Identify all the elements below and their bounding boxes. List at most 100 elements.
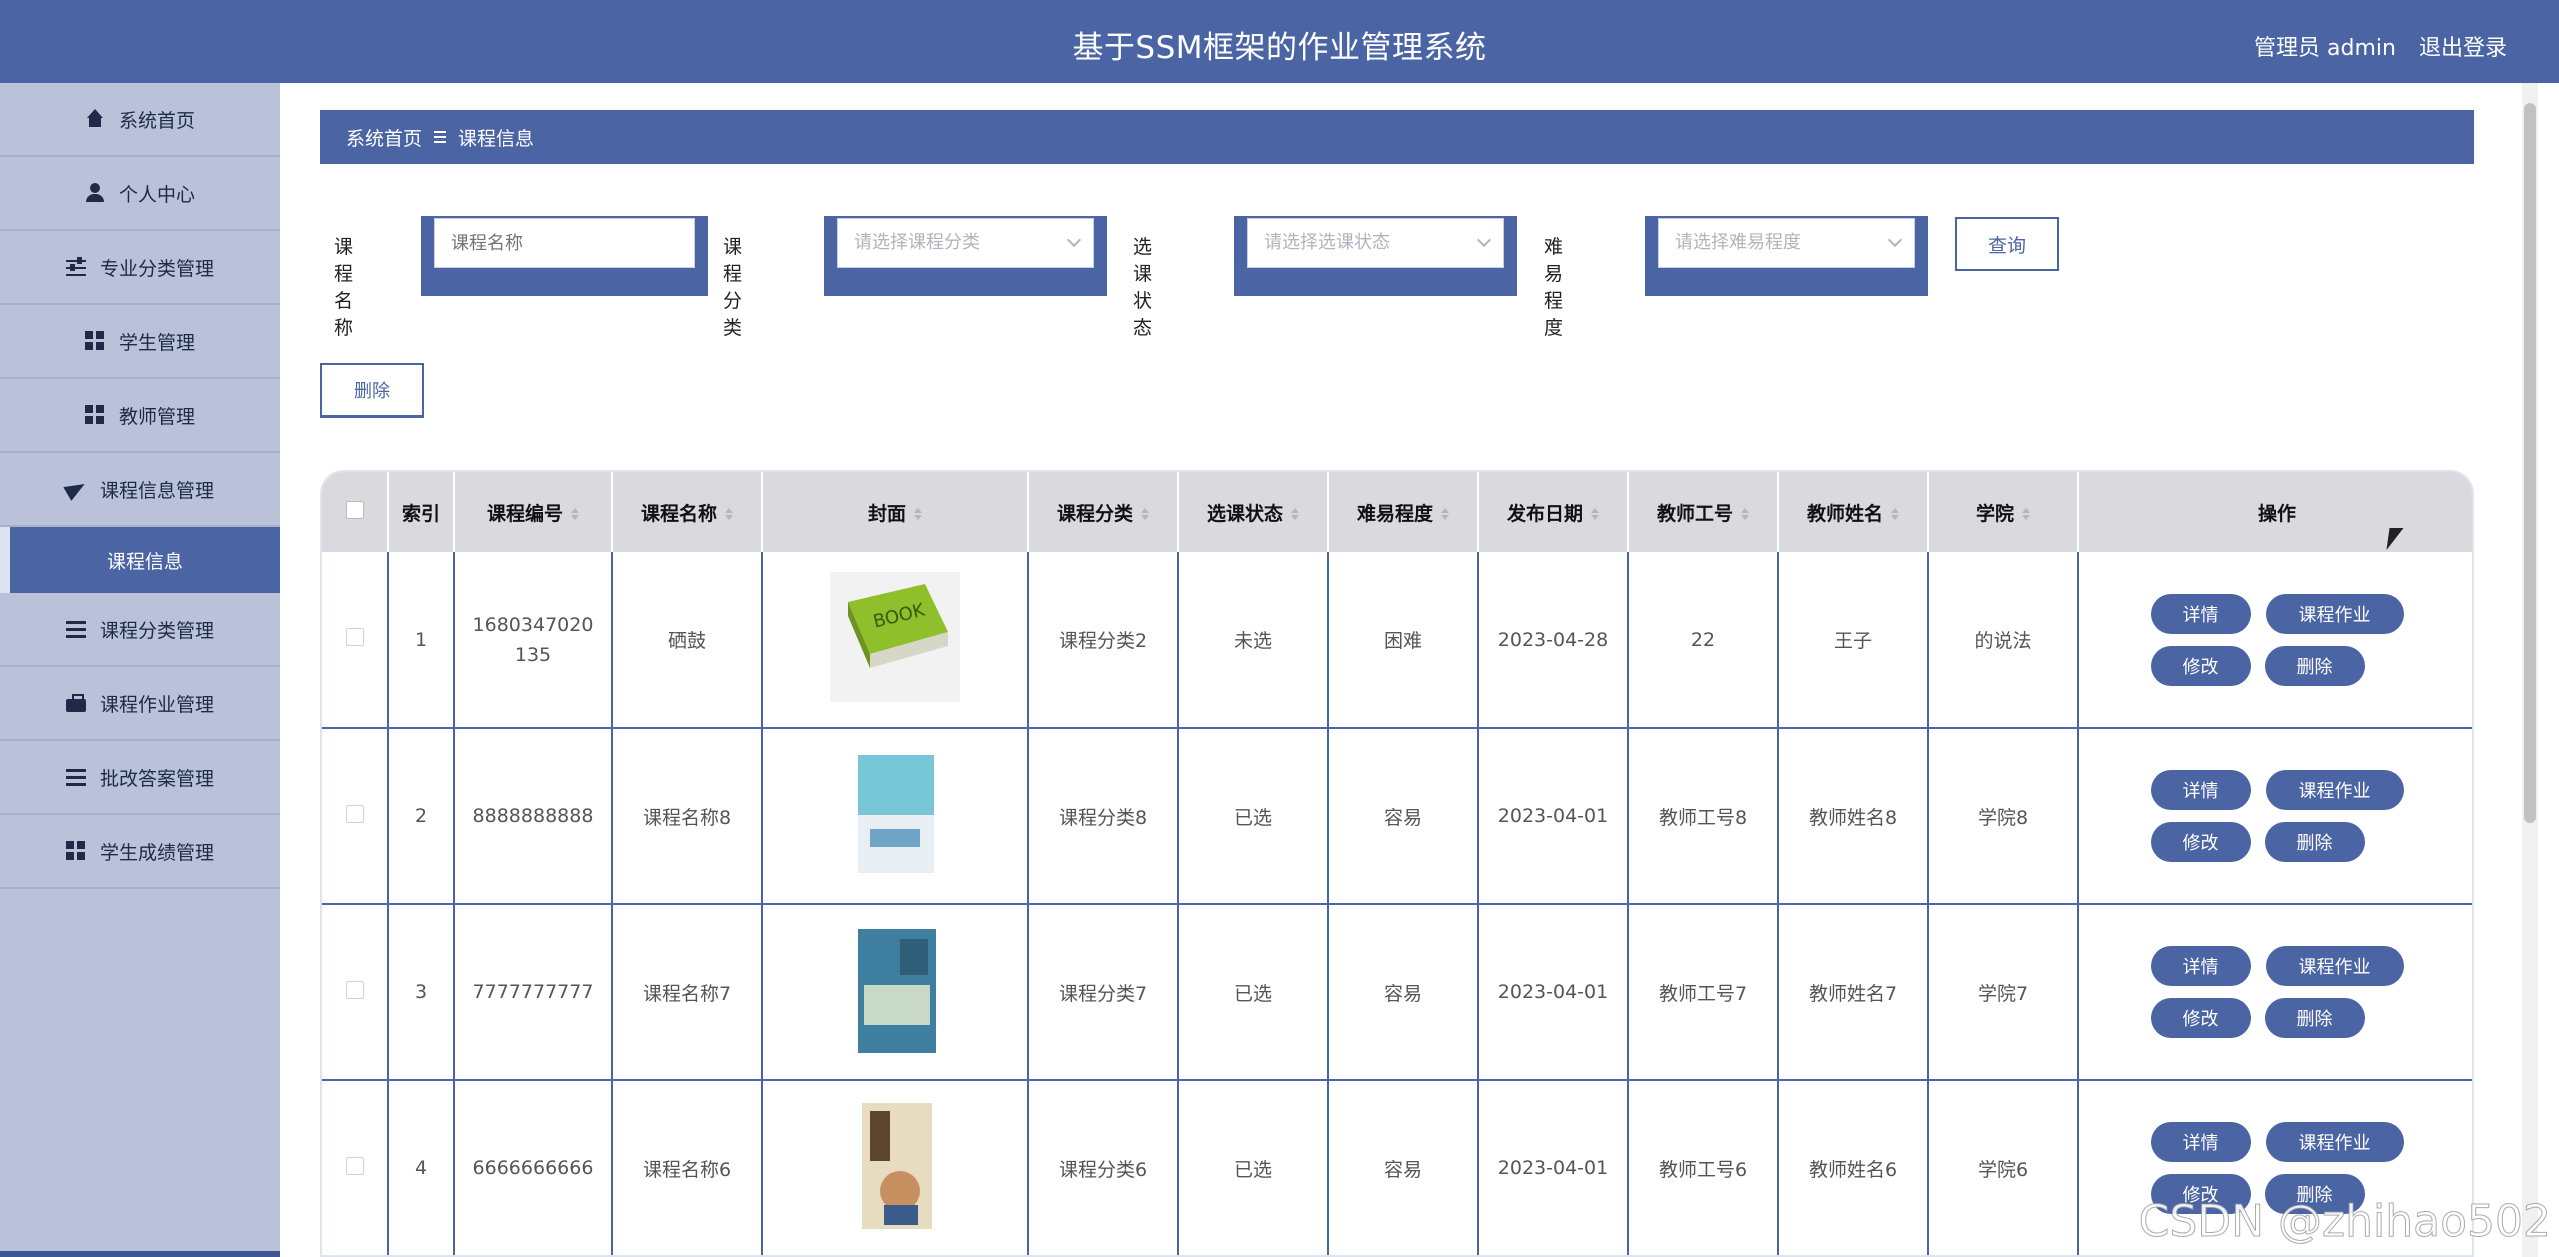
sidebar-item-label: 课程信息	[106, 550, 183, 573]
status-cell: 已选	[1178, 904, 1329, 1081]
page-scrollbar[interactable]	[2522, 83, 2538, 1257]
sidebar-item-profile[interactable]: 个人中心	[0, 157, 280, 231]
status-select[interactable]: 请选择选课状态	[1247, 218, 1504, 268]
sidebar-bottom-bar	[0, 1251, 280, 1257]
column-header[interactable]: 课程分类	[1028, 472, 1179, 552]
teacher-id-cell: 教师工号8	[1628, 728, 1779, 905]
row-select-cell	[322, 552, 389, 729]
paper-plane-icon	[66, 479, 86, 499]
sort-icon[interactable]	[1741, 508, 1749, 520]
category-box: 请选择课程分类	[824, 216, 1107, 296]
column-header: 索引	[388, 472, 455, 552]
status-label: 选课状态	[1133, 236, 1153, 339]
sidebar-subitem-course-info[interactable]: 课程信息	[0, 527, 280, 593]
sidebar-item-grades[interactable]: 学生成绩管理	[0, 815, 280, 889]
column-header[interactable]: 课程编号	[454, 472, 613, 552]
sidebar-item-course-category[interactable]: 课程分类管理	[0, 593, 280, 667]
breadcrumb-home[interactable]: 系统首页	[346, 124, 422, 151]
sidebar-item-course-homework[interactable]: 课程作业管理	[0, 667, 280, 741]
detail-button[interactable]: 详情	[2150, 770, 2251, 810]
course-code-cell: 6666666666	[454, 1080, 613, 1255]
sort-icon[interactable]	[1891, 508, 1899, 520]
category-select[interactable]: 请选择课程分类	[837, 218, 1094, 268]
column-header[interactable]: 教师工号	[1628, 472, 1779, 552]
row-checkbox[interactable]	[345, 980, 364, 999]
homework-button[interactable]: 课程作业	[2265, 770, 2404, 810]
sidebar-item-home[interactable]: 系统首页	[0, 83, 280, 157]
status-cell: 已选	[1178, 1080, 1329, 1255]
column-header[interactable]: 学院	[1928, 472, 2079, 552]
category-cell: 课程分类7	[1028, 904, 1179, 1081]
sidebar-item-grading[interactable]: 批改答案管理	[0, 741, 280, 815]
column-header[interactable]: 教师姓名	[1778, 472, 1929, 552]
sidebar-item-course-info-manage[interactable]: 课程信息管理	[0, 453, 280, 527]
delete-button[interactable]: 删除	[2264, 645, 2365, 686]
delete-button[interactable]: 删除	[2264, 998, 2365, 1038]
date-cell: 2023-04-01	[1478, 1080, 1629, 1255]
sort-icon[interactable]	[1291, 508, 1299, 520]
row-checkbox[interactable]	[345, 804, 364, 823]
sidebar-item-teachers[interactable]: 教师管理	[0, 379, 280, 453]
column-header[interactable]: 难易程度	[1328, 472, 1479, 552]
beige-book-cover	[830, 1100, 960, 1231]
row-checkbox[interactable]	[345, 628, 364, 646]
sort-icon[interactable]	[914, 508, 922, 520]
home-icon	[85, 109, 105, 129]
difficulty-cell: 困难	[1328, 552, 1479, 729]
teacher-id-cell: 22	[1628, 552, 1779, 729]
homework-button[interactable]: 课程作业	[2265, 593, 2404, 634]
column-header: 操作	[2078, 472, 2472, 552]
actions-cell: 详情 课程作业 修改 删除	[2078, 728, 2472, 905]
sort-icon[interactable]	[2022, 508, 2030, 520]
query-button[interactable]: 查询	[1955, 217, 2059, 271]
green-book-cover: BOOK	[830, 572, 960, 702]
course-name-box	[421, 216, 708, 296]
delete-button[interactable]: 删除	[2264, 822, 2365, 862]
breadcrumb-current: 课程信息	[458, 127, 535, 150]
batch-delete-button[interactable]: 删除	[320, 363, 424, 418]
homework-button[interactable]: 课程作业	[2265, 946, 2404, 986]
edit-button[interactable]: 修改	[2150, 822, 2251, 862]
course-name-input[interactable]	[434, 218, 695, 268]
sidebar-item-major-category[interactable]: 专业分类管理	[0, 231, 280, 305]
detail-button[interactable]: 详情	[2150, 593, 2251, 634]
top-header: 基于SSM框架的作业管理系统 管理员 admin 退出登录	[0, 0, 2559, 83]
sort-icon[interactable]	[1441, 508, 1449, 520]
sort-icon[interactable]	[725, 508, 733, 520]
homework-button[interactable]: 课程作业	[2265, 1122, 2404, 1162]
difficulty-select[interactable]: 请选择难易程度	[1658, 218, 1915, 268]
sidebar: 系统首页 个人中心 专业分类管理 学生管理 教师管理 课程信息管理 课程信息 课…	[0, 83, 280, 1257]
grid-icon	[84, 331, 105, 351]
detail-button[interactable]: 详情	[2150, 1122, 2251, 1162]
edit-button[interactable]: 修改	[2150, 998, 2251, 1038]
course-code-cell: 1680347020135	[454, 552, 613, 729]
teacher-name-cell: 王子	[1778, 552, 1929, 729]
grid-icon	[65, 841, 86, 861]
actions-cell: 详情 课程作业 修改 删除	[2078, 904, 2472, 1081]
difficulty-cell: 容易	[1328, 728, 1479, 905]
user-area: 管理员 admin 退出登录	[2238, 30, 2507, 62]
sidebar-item-students[interactable]: 学生管理	[0, 305, 280, 379]
blue-book-cover	[830, 924, 960, 1055]
sidebar-item-label: 专业分类管理	[99, 257, 214, 280]
difficulty-label: 难易程度	[1544, 236, 1564, 339]
column-header[interactable]: 发布日期	[1478, 472, 1629, 552]
breadcrumb: 系统首页 课程信息	[320, 110, 2474, 164]
status-cell: 已选	[1178, 728, 1329, 905]
column-header[interactable]: 封面	[762, 472, 1029, 552]
logout-link[interactable]: 退出登录	[2419, 36, 2507, 61]
sort-icon[interactable]	[571, 508, 579, 520]
column-header[interactable]: 选课状态	[1178, 472, 1329, 552]
column-header[interactable]: 课程名称	[612, 472, 763, 552]
cover-cell	[762, 1080, 1029, 1255]
course-name-cell: 课程名称7	[612, 904, 763, 1081]
sidebar-item-label: 系统首页	[118, 109, 195, 132]
sort-icon[interactable]	[1591, 508, 1599, 520]
select-all-checkbox[interactable]	[345, 500, 364, 519]
detail-button[interactable]: 详情	[2150, 946, 2251, 986]
teacher-name-cell: 教师姓名6	[1778, 1080, 1929, 1255]
sort-icon[interactable]	[1141, 508, 1149, 520]
edit-button[interactable]: 修改	[2150, 645, 2251, 686]
row-checkbox[interactable]	[345, 1156, 364, 1175]
scrollbar-thumb[interactable]	[2524, 103, 2536, 823]
